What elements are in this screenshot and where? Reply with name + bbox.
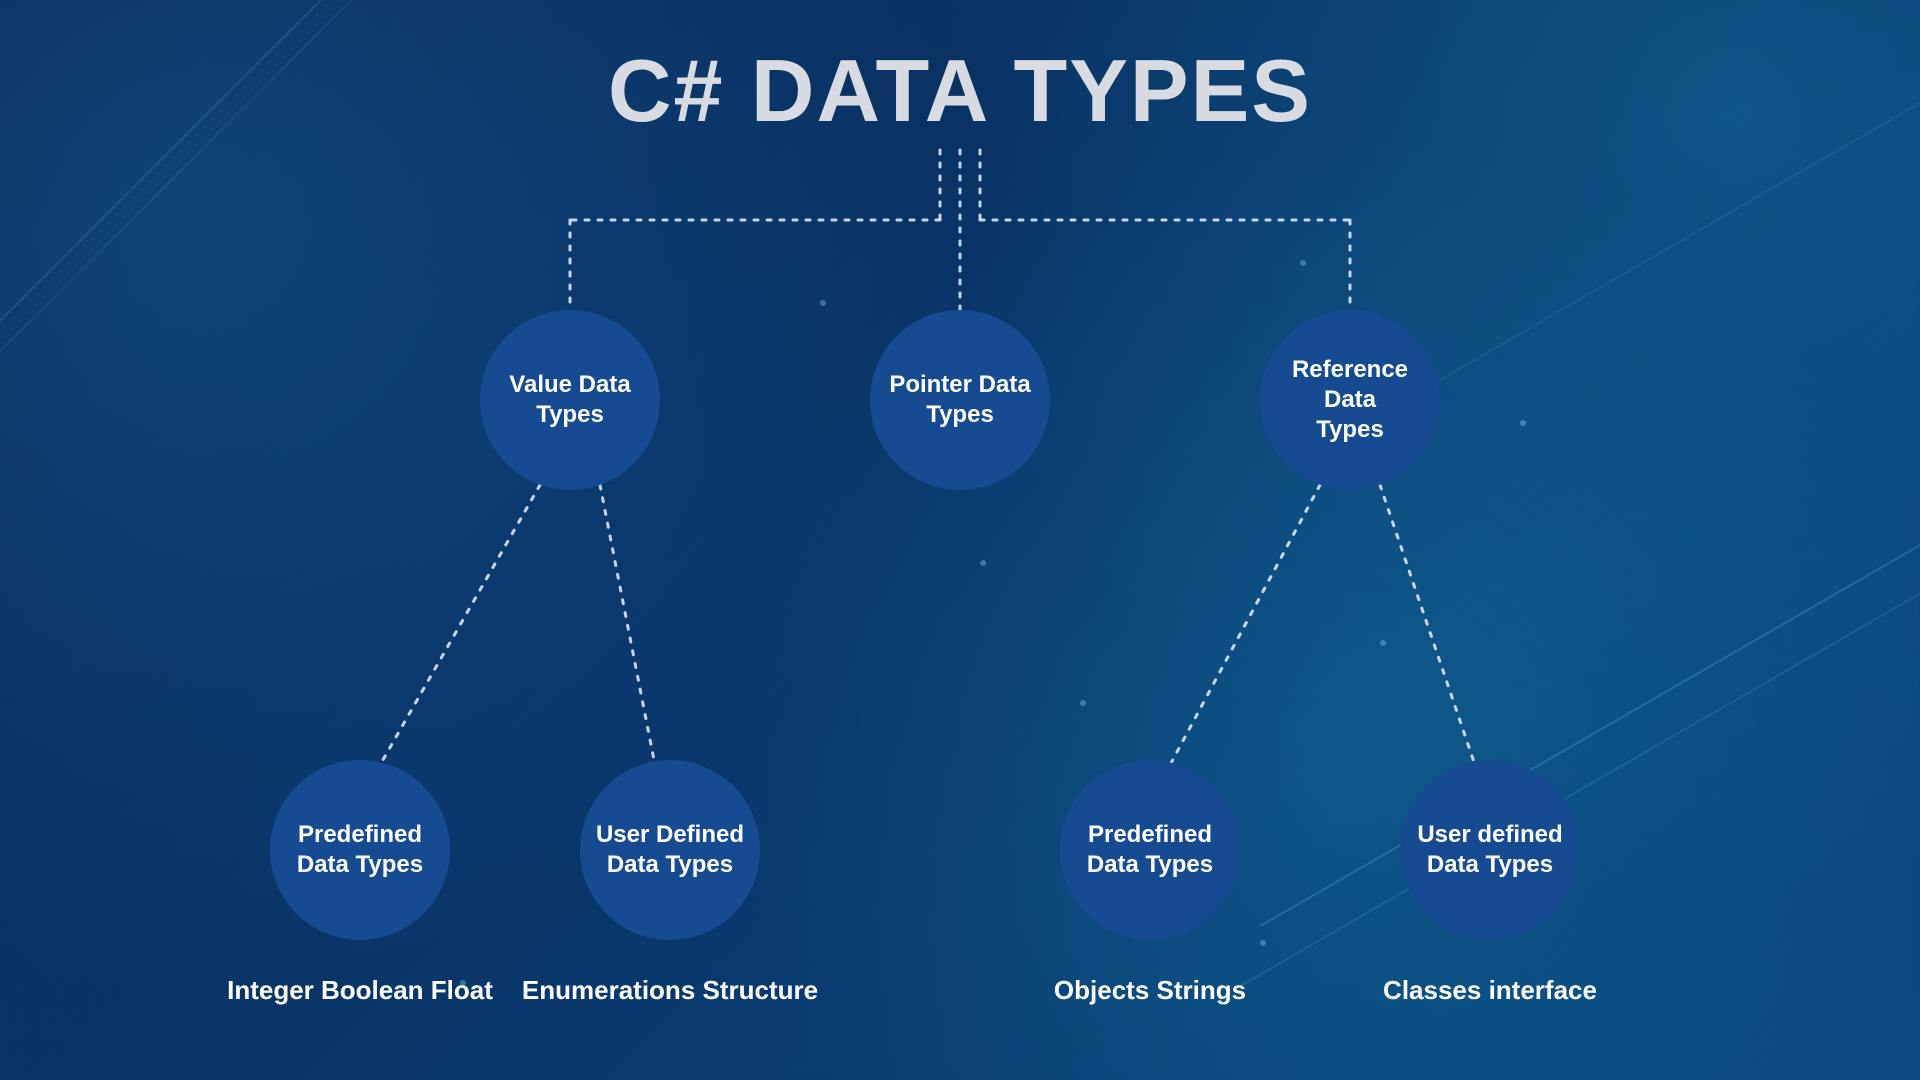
node-label: Reference Data Types	[1260, 355, 1440, 445]
node-label: User Defined Data Types	[582, 820, 758, 880]
caption-reference-predefined: Objects Strings	[970, 975, 1330, 1006]
node-value-predefined: Predefined Data Types	[270, 760, 450, 940]
node-label: Pointer Data Types	[875, 370, 1044, 430]
node-label: User defined Data Types	[1403, 820, 1576, 880]
caption-value-predefined: Integer Boolean Float	[180, 975, 540, 1006]
node-pointer-data-types: Pointer Data Types	[870, 310, 1050, 490]
caption-value-user-defined: Enumerations Structure	[490, 975, 850, 1006]
diagram-title: C# DATA TYPES	[0, 40, 1920, 142]
node-reference-data-types: Reference Data Types	[1260, 310, 1440, 490]
node-reference-predefined: Predefined Data Types	[1060, 760, 1240, 940]
node-label: Predefined Data Types	[283, 820, 437, 880]
caption-reference-user-defined: Classes interface	[1310, 975, 1670, 1006]
node-reference-user-defined: User defined Data Types	[1400, 760, 1580, 940]
connector-lines	[0, 0, 1920, 1080]
node-label: Value Data Types	[495, 370, 644, 430]
node-value-user-defined: User Defined Data Types	[580, 760, 760, 940]
node-value-data-types: Value Data Types	[480, 310, 660, 490]
node-label: Predefined Data Types	[1073, 820, 1227, 880]
